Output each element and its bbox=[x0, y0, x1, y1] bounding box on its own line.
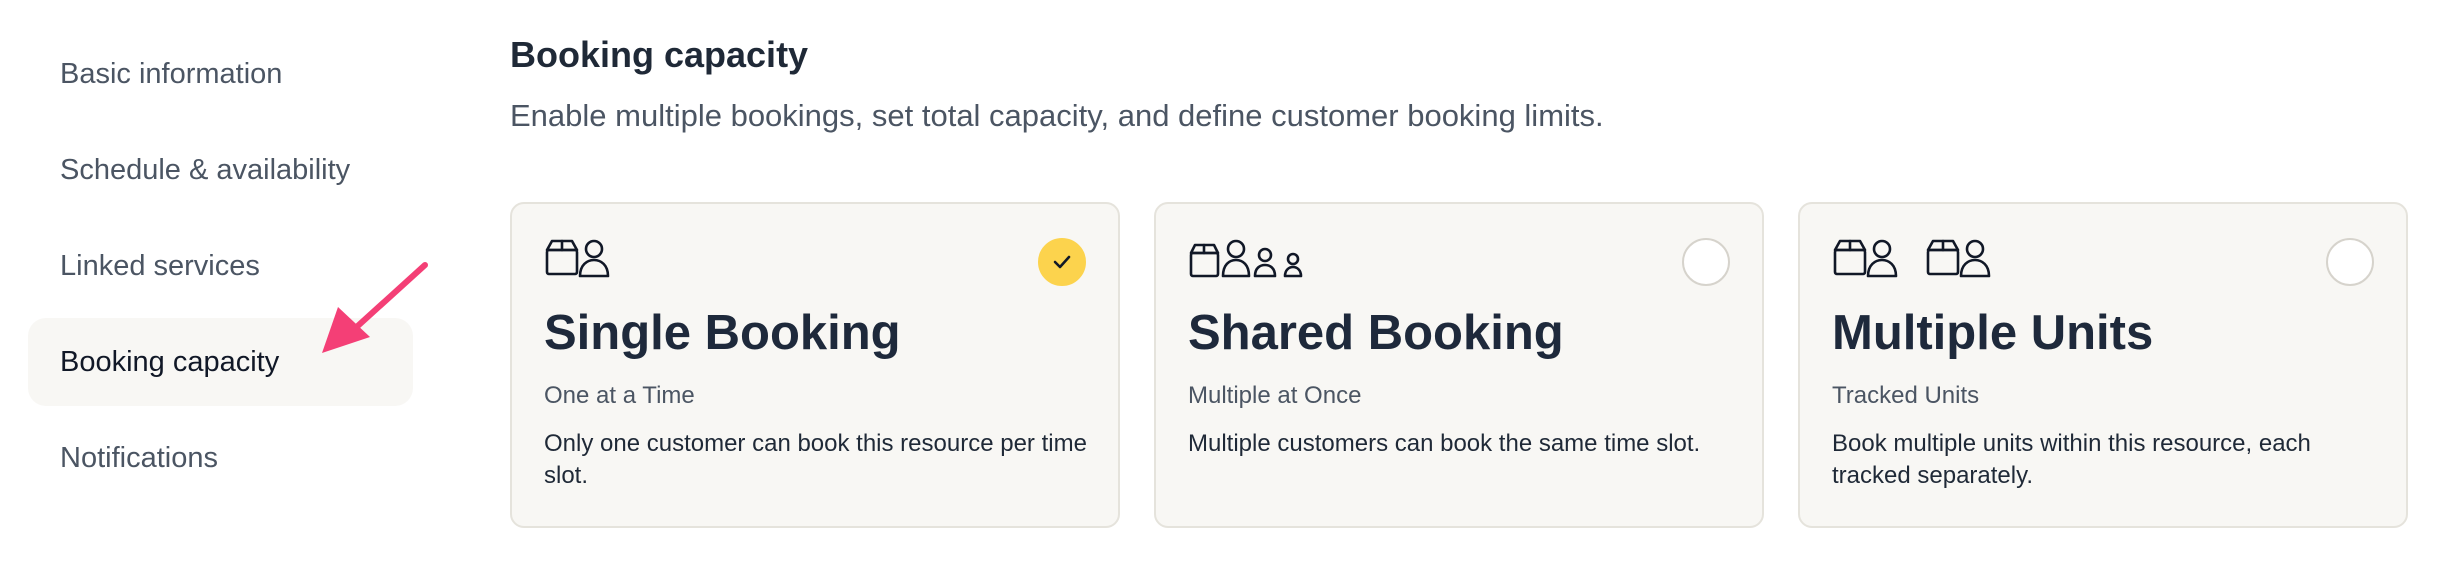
option-title: Shared Booking bbox=[1188, 306, 1564, 360]
sidebar-item-notifications[interactable]: Notifications bbox=[28, 414, 413, 502]
section-title: Booking capacity bbox=[510, 34, 809, 75]
option-description: Book multiple units within this resource… bbox=[1832, 430, 2311, 489]
booking-capacity-section: Booking capacity Enable multiple booking… bbox=[510, 30, 2410, 528]
sidebar-item-basic-information[interactable]: Basic information bbox=[28, 30, 413, 118]
option-card-shared-booking[interactable]: Shared Booking Multiple at Once Multiple… bbox=[1154, 202, 1764, 528]
unselected-radio[interactable] bbox=[1682, 238, 1730, 286]
option-tagline: Tracked Units bbox=[1832, 382, 1980, 409]
option-tagline: One at a Time bbox=[544, 382, 695, 409]
box-person-pair-icon bbox=[1832, 236, 2374, 280]
sidebar-item-schedule-availability[interactable]: Schedule & availability bbox=[28, 126, 413, 214]
option-card-multiple-units[interactable]: Multiple Units Tracked Units Book multip… bbox=[1798, 202, 2408, 528]
section-subtitle: Enable multiple bookings, set total capa… bbox=[510, 98, 1604, 133]
unselected-radio[interactable] bbox=[2326, 238, 2374, 286]
option-title: Single Booking bbox=[544, 306, 901, 360]
option-card-single-booking[interactable]: Single Booking One at a Time Only one cu… bbox=[510, 202, 1120, 528]
box-people-icon bbox=[1188, 236, 1730, 280]
option-description: Multiple customers can book the same tim… bbox=[1188, 430, 1701, 457]
option-description: Only one customer can book this resource… bbox=[544, 430, 1087, 489]
selected-radio[interactable] bbox=[1038, 238, 1086, 286]
option-tagline: Multiple at Once bbox=[1188, 382, 1362, 409]
capacity-options: Single Booking One at a Time Only one cu… bbox=[510, 202, 2408, 528]
check-icon bbox=[1053, 255, 1071, 269]
annotation-arrow-icon bbox=[322, 262, 428, 353]
box-person-icon bbox=[544, 236, 1086, 280]
option-title: Multiple Units bbox=[1832, 306, 2154, 360]
